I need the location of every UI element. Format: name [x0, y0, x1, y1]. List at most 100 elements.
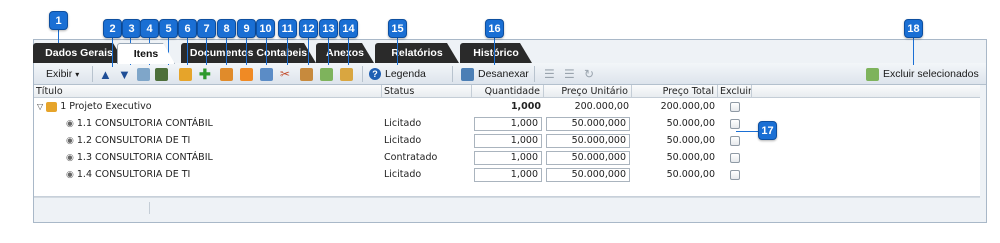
- quantidade-input[interactable]: 1,000: [474, 134, 542, 148]
- annotation-badge: 13: [319, 19, 338, 38]
- preco-unitario-input[interactable]: 50.000,000: [546, 151, 630, 165]
- annotation-badge: 8: [217, 19, 236, 38]
- help-icon: ?: [369, 68, 381, 80]
- toolbar: Exibir ▾ ▲ ▼ ✚ ✂ ? Legenda Desanexar ☰ ☰…: [34, 63, 986, 85]
- items-table: Título Status Quantidade Preço Unitário …: [34, 85, 980, 197]
- annotation-badge: 5: [159, 19, 178, 38]
- table-row: ◉ 1.4 CONSULTORIA DE TI Licitado 1,000 5…: [34, 167, 980, 183]
- item-title-cell[interactable]: ◉ 1.2 CONSULTORIA DE TI: [66, 133, 382, 149]
- item-bullet-icon: ◉: [66, 170, 74, 180]
- col-quantidade[interactable]: Quantidade: [472, 85, 544, 98]
- trash-icon[interactable]: [320, 66, 333, 82]
- tab-relatorios[interactable]: Relatórios: [375, 43, 459, 63]
- desanexar-button[interactable]: Desanexar: [461, 66, 529, 82]
- quantidade-input[interactable]: 1,000: [474, 151, 542, 165]
- package-icon: [46, 101, 58, 112]
- row-preco-total: 50.000,00: [666, 169, 715, 180]
- annotation-badge: 4: [140, 19, 159, 38]
- edit-icon[interactable]: [240, 66, 253, 82]
- exibir-menu[interactable]: Exibir ▾: [46, 66, 79, 82]
- col-status[interactable]: Status: [382, 85, 472, 98]
- annotation-badge: 9: [237, 19, 256, 38]
- row-preco-unitario: 200.000,00: [574, 101, 629, 112]
- item-title-cell[interactable]: ◉ 1.3 CONSULTORIA CONTÁBIL: [66, 150, 382, 166]
- row-title: 1.2 CONSULTORIA DE TI: [76, 135, 191, 146]
- col-preco-total[interactable]: Preço Total: [632, 85, 718, 98]
- annotation-badge: 11: [278, 19, 297, 38]
- row-preco-total: 50.000,00: [666, 135, 715, 146]
- item-bullet-icon: ◉: [66, 136, 74, 146]
- row-title: 1 Projeto Executivo: [60, 101, 152, 112]
- table-row: ◉ 1.3 CONSULTORIA CONTÁBIL Contratado 1,…: [34, 150, 980, 166]
- preco-unitario-input[interactable]: 50.000,000: [546, 117, 630, 131]
- row-status: Contratado: [384, 152, 438, 163]
- table-row: ◉ 1.1 CONSULTORIA CONTÁBIL Licitado 1,00…: [34, 116, 980, 132]
- row-preco-total: 50.000,00: [666, 152, 715, 163]
- delete-checkbox[interactable]: [730, 153, 740, 163]
- document-icon[interactable]: [260, 66, 273, 82]
- trash-icon: [866, 67, 879, 81]
- move-down-icon[interactable]: ▼: [118, 66, 131, 82]
- table-row: ◉ 1.2 CONSULTORIA DE TI Licitado 1,000 5…: [34, 133, 980, 149]
- exibir-label: Exibir: [46, 68, 73, 80]
- chevron-down-icon: ▾: [75, 69, 80, 79]
- legenda-button[interactable]: ? Legenda: [369, 66, 426, 82]
- delete-checkbox[interactable]: [730, 170, 740, 180]
- add-icon[interactable]: ✚: [199, 66, 211, 82]
- link-icon[interactable]: [137, 66, 150, 82]
- report-icon[interactable]: [340, 66, 353, 82]
- quantidade-input[interactable]: 1,000: [474, 168, 542, 182]
- row-preco-total: 50.000,00: [666, 118, 715, 129]
- desanexar-label: Desanexar: [478, 68, 529, 80]
- annotation-badge: 1: [49, 11, 68, 30]
- refresh-icon[interactable]: ↻: [584, 66, 594, 82]
- table-header: Título Status Quantidade Preço Unitário …: [34, 85, 980, 98]
- paste-icon[interactable]: [300, 66, 313, 82]
- row-status: Licitado: [384, 169, 422, 180]
- annotation-badge: 14: [339, 19, 358, 38]
- copy-icon[interactable]: [155, 66, 168, 82]
- row-status: Licitado: [384, 118, 422, 129]
- annotation-badge: 18: [904, 19, 923, 38]
- row-title: 1.1 CONSULTORIA CONTÁBIL: [76, 118, 213, 129]
- col-titulo[interactable]: Título: [34, 85, 382, 98]
- annotation-badge: 10: [256, 19, 275, 38]
- group-title-cell[interactable]: ▽ 1 Projeto Executivo: [37, 99, 382, 115]
- annotation-badge: 2: [103, 19, 122, 38]
- table-row: ▽ 1 Projeto Executivo 1,000 200.000,00 2…: [34, 99, 980, 115]
- item-bullet-icon: ◉: [66, 119, 74, 129]
- quantidade-input[interactable]: 1,000: [474, 117, 542, 131]
- delete-checkbox[interactable]: [730, 102, 740, 112]
- item-title-cell[interactable]: ◉ 1.4 CONSULTORIA DE TI: [66, 167, 382, 183]
- row-quantidade: 1,000: [510, 101, 541, 112]
- annotation-badge: 16: [485, 19, 504, 38]
- annotation-badge: 15: [388, 19, 407, 38]
- row-status: Licitado: [384, 135, 422, 146]
- col-preco-unitario[interactable]: Preço Unitário: [544, 85, 632, 98]
- row-title: 1.4 CONSULTORIA DE TI: [76, 169, 191, 180]
- cut-icon[interactable]: ✂: [280, 66, 290, 82]
- row-title: 1.3 CONSULTORIA CONTÁBIL: [76, 152, 213, 163]
- col-excluir[interactable]: Excluir: [718, 85, 752, 98]
- package-icon[interactable]: [179, 66, 192, 82]
- preco-unitario-input[interactable]: 50.000,000: [546, 134, 630, 148]
- lock-icon[interactable]: [220, 66, 233, 82]
- annotation-badge: 12: [299, 19, 318, 38]
- indent-icon[interactable]: ☰: [564, 66, 575, 82]
- row-status: [384, 99, 470, 115]
- annotation-badge: 7: [197, 19, 216, 38]
- annotation-badge: 17: [758, 121, 777, 140]
- tab-documentos-contabeis[interactable]: Documentos Contabeis: [181, 43, 316, 63]
- align-icon[interactable]: ☰: [544, 66, 555, 82]
- collapse-icon[interactable]: ▽: [37, 102, 43, 111]
- delete-checkbox[interactable]: [730, 136, 740, 146]
- preco-unitario-input[interactable]: 50.000,000: [546, 168, 630, 182]
- move-up-icon[interactable]: ▲: [99, 66, 112, 82]
- legenda-label: Legenda: [385, 68, 426, 80]
- item-title-cell[interactable]: ◉ 1.1 CONSULTORIA CONTÁBIL: [66, 116, 382, 132]
- delete-checkbox[interactable]: [730, 119, 740, 129]
- tab-historico[interactable]: Histórico: [460, 43, 532, 63]
- footer-divider: [149, 202, 150, 214]
- excluir-selecionados-button[interactable]: Excluir selecionados: [866, 66, 979, 82]
- item-bullet-icon: ◉: [66, 153, 74, 163]
